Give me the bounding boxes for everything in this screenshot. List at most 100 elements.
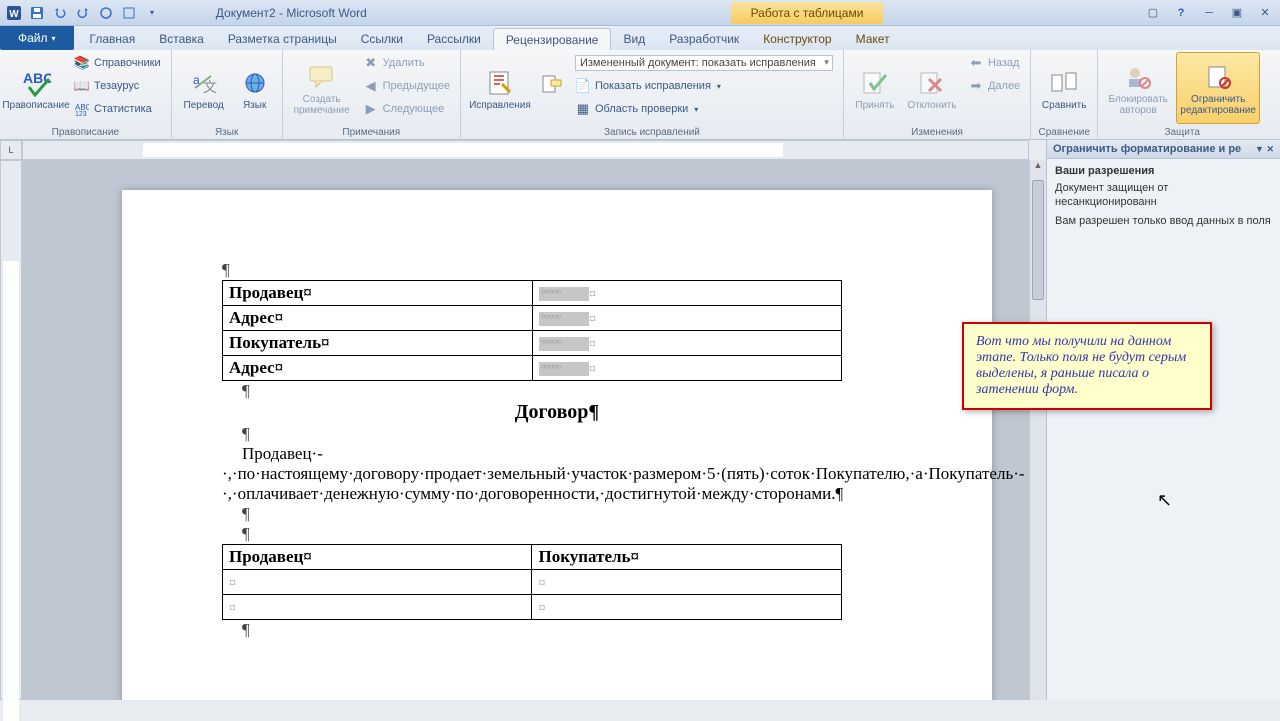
restrict-editing-pane: Ограничить форматирование и ре ▼ ✕ Ваши … <box>1046 140 1280 700</box>
restore-icon[interactable]: ▣ <box>1226 4 1248 22</box>
doc-title: Договор¶ <box>222 401 892 424</box>
statistics-button[interactable]: ABC123Статистика <box>70 98 165 120</box>
scroll-up-icon[interactable]: ▲ <box>1030 160 1046 177</box>
vertical-scrollbar[interactable]: ▲ <box>1029 160 1046 700</box>
qat-dropdown-icon[interactable]: ▾ <box>142 3 162 23</box>
save-icon[interactable] <box>27 3 47 23</box>
pane-icon: ▦ <box>575 101 591 117</box>
tab-insert[interactable]: Вставка <box>147 28 216 50</box>
prev-change-button[interactable]: ⬅Назад <box>964 52 1024 74</box>
table-row: Покупатель¤¤ <box>223 331 842 356</box>
help-icon[interactable]: ? <box>1170 4 1192 22</box>
svg-text:W: W <box>9 9 19 20</box>
translate-button[interactable]: a文 Перевод <box>178 52 230 124</box>
prev-comment-button[interactable]: ◀Предыдущее <box>359 75 454 97</box>
title-bar: W ▾ Документ2 - Microsoft Word Работа с … <box>0 0 1280 26</box>
group-proofing: ABC Правописание 📚Справочники 📖Тезаурус … <box>0 50 172 139</box>
new-comment-button[interactable]: Создать примечание <box>289 52 355 124</box>
thesaurus-icon: 📖 <box>74 78 90 94</box>
group-compare-title: Сравнение <box>1031 127 1097 138</box>
word-icon[interactable]: W <box>4 3 24 23</box>
document-viewport[interactable]: ¶ Продавец¤¤ Адрес¤¤ Покупатель¤¤ Адрес¤… <box>22 160 1029 700</box>
compare-icon <box>1050 66 1078 100</box>
group-comments-title: Примечания <box>283 127 460 138</box>
next-change-button[interactable]: ➡Далее <box>964 75 1024 97</box>
tab-design[interactable]: Конструктор <box>751 28 843 50</box>
paragraph-mark: ¶ <box>242 424 892 444</box>
group-changes-title: Изменения <box>844 127 1030 138</box>
redo-icon[interactable] <box>73 3 93 23</box>
paragraph-mark: ¶ <box>242 620 892 640</box>
table-row: Адрес¤¤ <box>223 306 842 331</box>
quick-access-toolbar: W ▾ <box>4 3 162 23</box>
undo-icon[interactable] <box>50 3 70 23</box>
block-icon <box>1125 60 1151 94</box>
spellcheck-icon: ABC <box>21 66 51 100</box>
prev-icon: ◀ <box>363 78 379 94</box>
minimize-ribbon-icon[interactable]: ▢ <box>1142 4 1164 22</box>
thesaurus-button[interactable]: 📖Тезаурус <box>70 75 165 97</box>
show-markup-button[interactable]: 📄Показать исправления▾ <box>571 75 837 97</box>
group-changes: Принять Отклонить ⬅Назад ➡Далее Изменени… <box>844 50 1031 139</box>
tab-layout[interactable]: Разметка страницы <box>216 28 349 50</box>
reject-button[interactable]: Отклонить <box>904 52 960 124</box>
display-for-review-dropdown[interactable]: Измененный документ: показать исправлени… <box>571 52 837 74</box>
reviewing-pane-button[interactable]: ▦Область проверки▾ <box>571 98 837 120</box>
delete-comment-button[interactable]: ✖Удалить <box>359 52 454 74</box>
scroll-thumb[interactable] <box>1032 180 1044 300</box>
accept-icon <box>862 66 888 100</box>
form-field[interactable]: ¤ <box>533 331 842 356</box>
group-proofing-title: Правописание <box>0 127 171 138</box>
paragraph-mark: ¶ <box>222 260 892 280</box>
language-button[interactable]: Язык <box>234 52 276 124</box>
balloons-button[interactable] <box>537 52 567 118</box>
form-field[interactable]: ¤ <box>533 306 842 331</box>
tab-mailings[interactable]: Рассылки <box>415 28 493 50</box>
tab-developer[interactable]: Разработчик <box>657 28 751 50</box>
tab-view[interactable]: Вид <box>611 28 657 50</box>
vertical-ruler[interactable] <box>0 160 22 700</box>
tab-references[interactable]: Ссылки <box>349 28 415 50</box>
comment-icon <box>308 60 336 94</box>
permissions-text-2: Вам разрешен только ввод данных в поля <box>1047 212 1280 230</box>
table-signatures: Продавец¤Покупатель¤ ¤¤ ¤¤ <box>222 544 842 620</box>
accept-button[interactable]: Принять <box>850 52 900 124</box>
back-icon: ⬅ <box>968 55 984 71</box>
minimize-icon[interactable]: ─ <box>1198 4 1220 22</box>
table-row: ¤¤ <box>223 595 842 620</box>
next-comment-button[interactable]: ▶Следующее <box>359 98 454 120</box>
paragraph-mark: ¶ <box>242 504 892 524</box>
group-protect-title: Защита <box>1098 127 1266 138</box>
paragraph-mark: ¶ <box>242 381 892 401</box>
contextual-tab-title: Работа с таблицами <box>731 2 884 24</box>
file-tab[interactable]: Файл <box>0 26 74 50</box>
tab-review[interactable]: Рецензирование <box>493 28 612 50</box>
references-button[interactable]: 📚Справочники <box>70 52 165 74</box>
form-field[interactable]: ¤ <box>533 281 842 306</box>
table-row: Продавец¤¤ <box>223 281 842 306</box>
svg-text:123: 123 <box>75 111 87 116</box>
group-protect: Блокировать авторов Ограничить редактиро… <box>1098 50 1266 139</box>
horizontal-ruler[interactable] <box>22 140 1029 160</box>
permissions-header: Ваши разрешения <box>1047 159 1280 179</box>
task-pane-menu-icon[interactable]: ▼ ✕ <box>1255 144 1274 155</box>
form-field[interactable]: ¤ <box>533 356 842 381</box>
group-tracking: Исправления Измененный документ: показат… <box>461 50 844 139</box>
spellcheck-button[interactable]: ABC Правописание <box>6 52 66 124</box>
next-icon: ▶ <box>363 101 379 117</box>
tab-home[interactable]: Главная <box>78 28 148 50</box>
track-changes-button[interactable]: Исправления <box>467 52 533 124</box>
qat-icon-1[interactable] <box>96 3 116 23</box>
group-language: a文 Перевод Язык Язык <box>172 50 283 139</box>
book-icon: 📚 <box>74 55 90 71</box>
compare-button[interactable]: Сравнить <box>1037 52 1091 124</box>
restrict-editing-button[interactable]: Ограничить редактирование <box>1176 52 1260 124</box>
spellcheck-label: Правописание <box>2 100 69 111</box>
document-page: ¶ Продавец¤¤ Адрес¤¤ Покупатель¤¤ Адрес¤… <box>122 190 992 700</box>
qat-icon-2[interactable] <box>119 3 139 23</box>
annotation-note: Вот что мы получили на данном этапе. Тол… <box>962 322 1212 410</box>
group-compare: Сравнить Сравнение <box>1031 50 1098 139</box>
block-authors-button[interactable]: Блокировать авторов <box>1104 52 1172 124</box>
tab-table-layout[interactable]: Макет <box>844 28 902 50</box>
close-icon[interactable]: ✕ <box>1254 4 1276 22</box>
